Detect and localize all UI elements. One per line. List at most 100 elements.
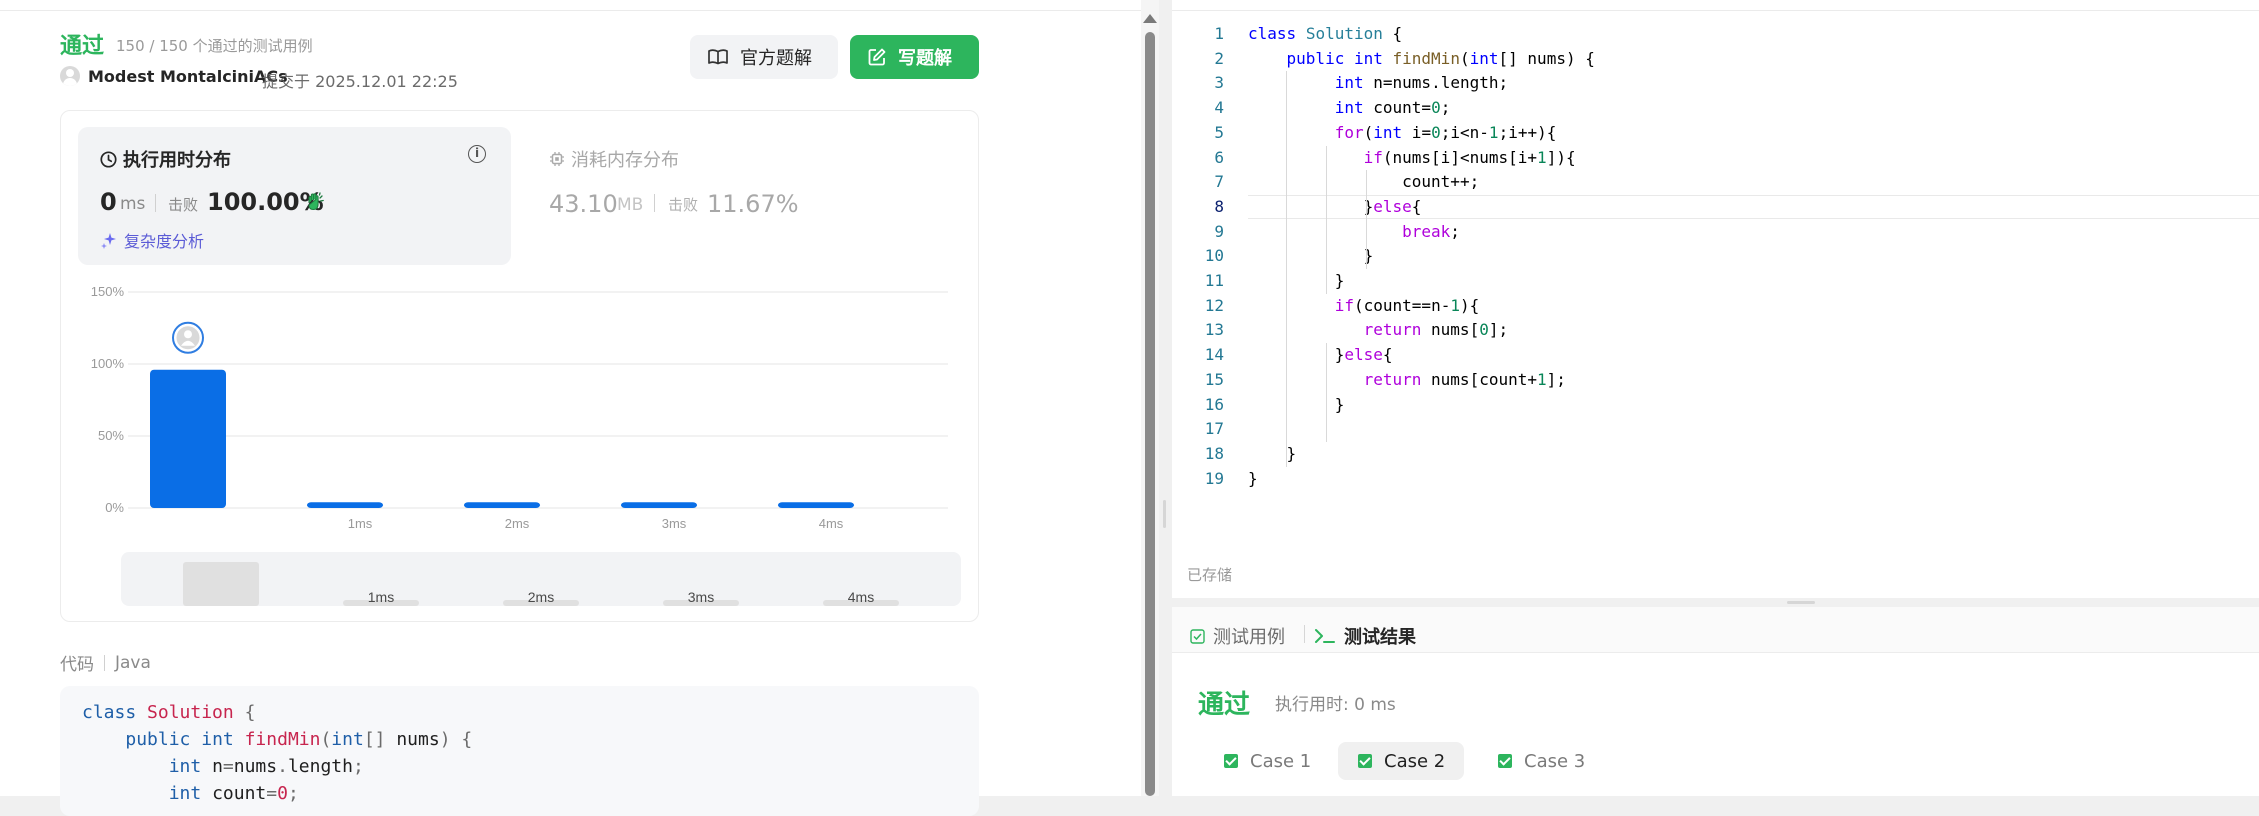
tab-testcase-label: 测试用例: [1213, 627, 1285, 648]
editor-line[interactable]: break;: [1248, 222, 1460, 241]
line-number: 6: [1214, 147, 1224, 167]
line-number: 1: [1214, 24, 1224, 43]
official-solution-label: 官方题解: [740, 48, 812, 69]
line-number: 4: [1214, 98, 1224, 118]
memory-title-label: 消耗内存分布: [571, 150, 679, 171]
official-solution-button[interactable]: 官方题解: [690, 35, 838, 79]
line-number: 11: [1204, 271, 1224, 290]
clock-icon: [100, 150, 117, 168]
avatar-head: [184, 330, 192, 339]
memory-beat-label: 击败: [668, 196, 699, 214]
case-1-button[interactable]: Case 1: [1204, 742, 1324, 780]
console-resizer[interactable]: [1172, 598, 2259, 607]
minimap-label: 4ms: [848, 589, 874, 605]
case-2-button[interactable]: Case 2: [1338, 742, 1464, 780]
scroll-up-arrow-icon[interactable]: [1143, 14, 1157, 23]
editor-line[interactable]: }: [1248, 444, 1297, 463]
panel-resizer[interactable]: [1159, 0, 1172, 796]
runtime-unit: ms: [120, 194, 146, 214]
line-number: 12: [1204, 295, 1224, 315]
edit-icon: [868, 48, 886, 66]
avatar[interactable]: [60, 66, 80, 86]
editor-line[interactable]: }: [1248, 246, 1374, 265]
line-number: 19: [1204, 468, 1224, 488]
chart-minimap[interactable]: 1ms 2ms 3ms 4ms: [121, 552, 961, 606]
runtime-separator: [155, 194, 156, 212]
tab-separator: [1304, 625, 1305, 643]
book-icon: [708, 49, 728, 65]
bar: [621, 502, 697, 508]
scrollbar-thumb[interactable]: [1145, 32, 1155, 796]
y-tick-label: 0%: [105, 500, 124, 515]
editor-line[interactable]: int n=nums.length;: [1248, 73, 1508, 92]
editor-line[interactable]: }else{: [1248, 345, 1393, 364]
x-tick-label: 1ms: [348, 516, 373, 531]
minimap-label: 3ms: [688, 589, 714, 605]
bar: [307, 502, 383, 508]
complexity-analysis-link[interactable]: 复杂度分析: [100, 228, 204, 252]
editor-top-divider: [1172, 10, 2259, 11]
editor-line[interactable]: }: [1248, 271, 1345, 290]
line-number: 9: [1214, 221, 1224, 241]
line-number: 7: [1214, 172, 1224, 192]
editor-line[interactable]: count++;: [1248, 172, 1479, 191]
editor-line[interactable]: class Solution {: [1248, 24, 1402, 43]
write-solution-button[interactable]: 写题解: [850, 35, 979, 79]
code-language: Java: [115, 652, 151, 673]
sparkle-icon: [100, 231, 118, 249]
memory-title[interactable]: 消耗内存分布: [549, 146, 679, 172]
test-count: 150 / 150 个通过的测试用例: [116, 37, 313, 55]
check-icon: [1224, 754, 1238, 768]
complexity-label: 复杂度分析: [124, 232, 205, 251]
line-number: 8: [1214, 196, 1224, 216]
line-number: 3: [1214, 73, 1224, 93]
minimap-bar: [183, 562, 259, 606]
code-line: class Solution {: [82, 702, 256, 723]
editor-line[interactable]: int count=0;: [1248, 98, 1451, 117]
line-number: 15: [1204, 369, 1224, 389]
info-icon[interactable]: i: [468, 145, 486, 163]
save-status: 已存储: [1187, 566, 1233, 584]
editor-line[interactable]: if(nums[i]<nums[i+1]){: [1248, 148, 1576, 167]
line-number: 2: [1214, 48, 1224, 68]
bar: [464, 502, 540, 508]
bar: [150, 369, 226, 508]
check-icon: [1358, 754, 1372, 768]
memory-separator: [654, 194, 655, 212]
panel-resizer-handle[interactable]: [1163, 500, 1166, 528]
editor-line[interactable]: return nums[count+1];: [1248, 370, 1566, 389]
y-tick-label: 150%: [91, 284, 125, 299]
username[interactable]: Modest MontalciniACs: [88, 67, 288, 86]
code-header: 代码 Java: [60, 650, 151, 676]
runtime-value: 0: [100, 188, 117, 216]
indent-guide: [1326, 343, 1327, 442]
code-line: int count=0;: [168, 783, 299, 804]
clap-icon: [305, 192, 325, 216]
terminal-icon: [1314, 628, 1336, 644]
editor-line[interactable]: }: [1248, 469, 1258, 488]
code-label: 代码: [60, 655, 94, 675]
checkbox-icon: [1190, 628, 1205, 644]
console-resizer-handle[interactable]: [1787, 601, 1815, 604]
runtime-beat-label: 击败: [168, 196, 199, 214]
editor-line[interactable]: }: [1248, 395, 1345, 414]
submission-status: 通过: [60, 34, 105, 59]
tab-testcase[interactable]: 测试用例: [1190, 623, 1285, 649]
tab-test-result[interactable]: 测试结果: [1314, 623, 1416, 649]
minimap-label: 2ms: [528, 589, 554, 605]
indent-guide: [1366, 219, 1367, 269]
indent-guide: [1286, 71, 1287, 467]
line-number: 5: [1214, 122, 1224, 142]
editor-line[interactable]: if(count==n-1){: [1248, 296, 1480, 315]
runtime-title: 执行用时分布: [100, 146, 231, 172]
editor-line[interactable]: }else{: [1248, 197, 1422, 216]
editor-line[interactable]: return nums[0];: [1248, 320, 1509, 339]
check-icon: [1498, 754, 1512, 768]
editor-line[interactable]: for(int i=0;i<n-1;i++){: [1248, 123, 1557, 142]
case-3-button[interactable]: Case 3: [1478, 742, 1598, 780]
bar: [778, 502, 854, 508]
line-number: 10: [1204, 246, 1224, 266]
line-number: 13: [1204, 320, 1224, 340]
case-2-label: Case 2: [1384, 750, 1446, 772]
editor-line[interactable]: public int findMin(int[] nums) {: [1248, 49, 1595, 68]
